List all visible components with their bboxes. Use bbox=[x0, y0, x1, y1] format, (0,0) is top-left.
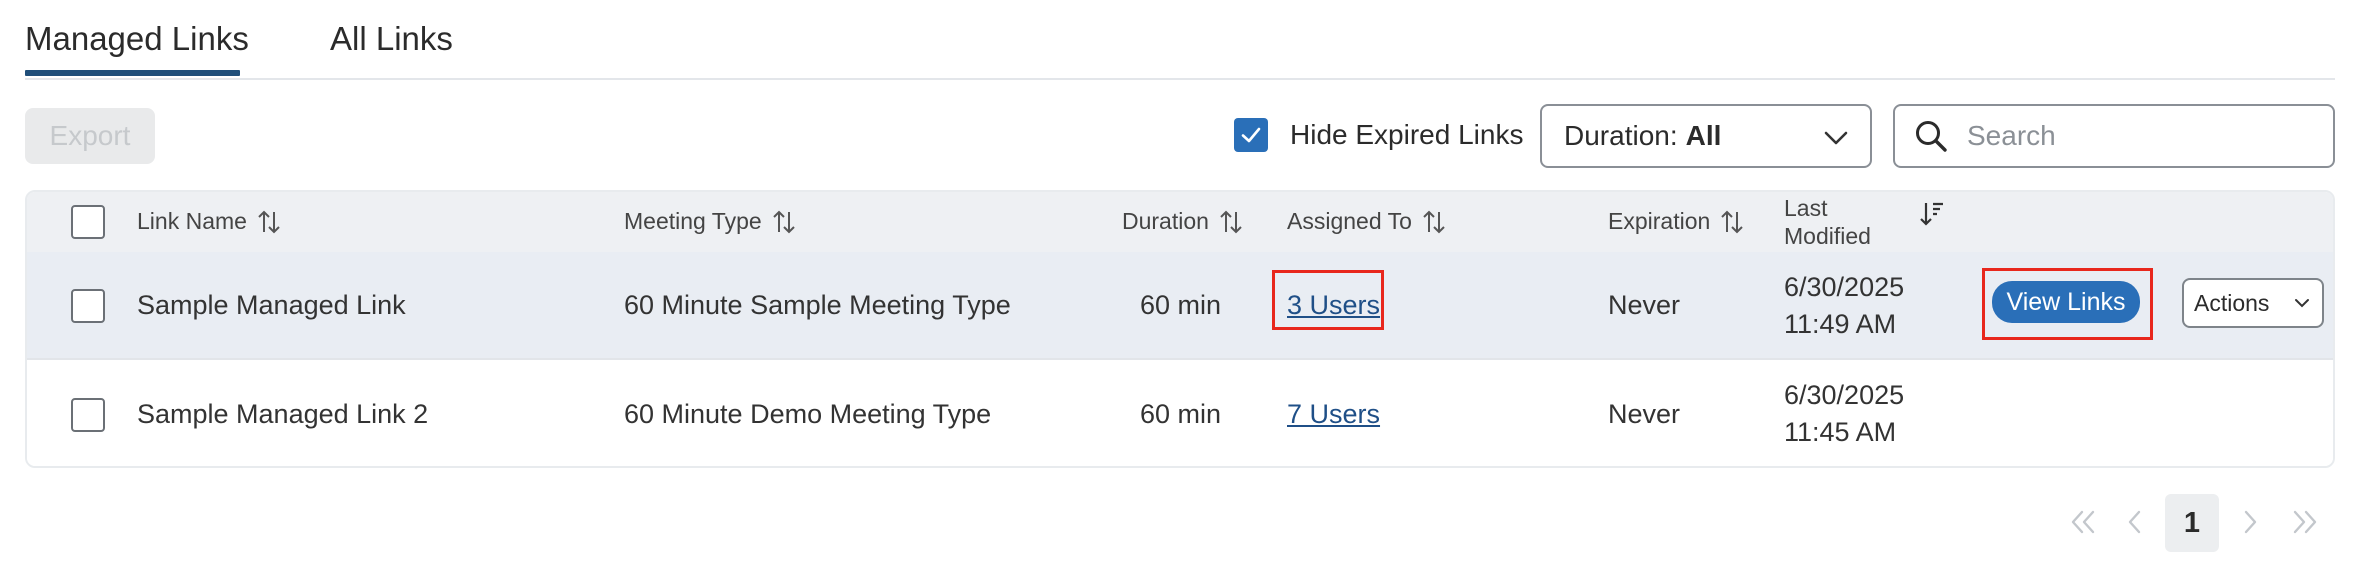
column-header-label: Meeting Type bbox=[624, 208, 762, 234]
column-header-assigned-to[interactable]: Assigned To bbox=[1287, 208, 1446, 235]
modified-time-cell: 11:49 AM bbox=[1784, 309, 1897, 339]
search-input[interactable] bbox=[1967, 120, 2327, 152]
view-links-button[interactable]: View Links bbox=[1992, 281, 2140, 323]
meeting-type-cell: 60 Minute Demo Meeting Type bbox=[624, 399, 992, 429]
duration-cell: 60 min bbox=[1140, 290, 1222, 320]
active-tab-indicator bbox=[25, 70, 240, 76]
table-row[interactable]: Sample Managed Link 2 60 Minute Demo Mee… bbox=[27, 360, 2333, 466]
duration-filter-select[interactable]: Duration: All bbox=[1540, 104, 1872, 168]
link-name-cell: Sample Managed Link 2 bbox=[137, 399, 429, 429]
sort-icon bbox=[1423, 210, 1445, 233]
search-field[interactable] bbox=[1893, 104, 2335, 168]
hide-expired-toggle[interactable]: Hide Expired Links bbox=[1234, 118, 1523, 152]
next-page-icon[interactable] bbox=[2240, 508, 2260, 536]
sort-icon bbox=[258, 210, 280, 233]
column-header-meeting-type[interactable]: Meeting Type bbox=[624, 208, 796, 235]
expiration-cell: Never bbox=[1608, 399, 1681, 429]
column-header-label: Last Modified bbox=[1784, 194, 1871, 250]
sort-icon bbox=[1721, 210, 1743, 233]
column-header-link-name[interactable]: Link Name bbox=[137, 208, 281, 235]
select-all-checkbox[interactable] bbox=[71, 205, 105, 239]
chevron-down-icon bbox=[2295, 299, 2309, 308]
meeting-type-cell: 60 Minute Sample Meeting Type bbox=[624, 290, 1011, 320]
expiration-cell: Never bbox=[1608, 290, 1681, 320]
tab-all-links[interactable]: All Links bbox=[330, 20, 453, 58]
export-button[interactable]: Export bbox=[25, 108, 155, 164]
assigned-users-link[interactable]: 3 Users bbox=[1287, 290, 1380, 321]
modified-time-cell: 11:45 AM bbox=[1784, 417, 1897, 447]
sort-descending-icon bbox=[1920, 202, 1943, 226]
tab-bar: Managed Links All Links bbox=[25, 0, 2335, 80]
column-header-label: Duration bbox=[1122, 208, 1209, 234]
link-name-cell: Sample Managed Link bbox=[137, 290, 406, 320]
column-header-label: Expiration bbox=[1608, 208, 1711, 234]
hide-expired-checkbox[interactable] bbox=[1234, 118, 1268, 152]
links-table: Link Name Meeting Type Duration Assigned… bbox=[25, 190, 2335, 468]
column-header-label: Assigned To bbox=[1287, 208, 1412, 234]
table-row[interactable]: Sample Managed Link 60 Minute Sample Mee… bbox=[27, 252, 2333, 360]
modified-date-cell: 6/30/2025 bbox=[1784, 272, 1905, 302]
last-page-icon[interactable] bbox=[2290, 508, 2320, 536]
row-checkbox[interactable] bbox=[71, 398, 105, 432]
column-header-expiration[interactable]: Expiration bbox=[1608, 208, 1744, 235]
search-icon bbox=[1916, 121, 1947, 152]
actions-label: Actions bbox=[2194, 289, 2270, 316]
column-header-label-line: Modified bbox=[1784, 223, 1871, 249]
checkmark-icon bbox=[1241, 127, 1261, 143]
column-header-last-modified[interactable]: Last Modified bbox=[1784, 194, 1945, 250]
sort-icon bbox=[1220, 210, 1242, 233]
duration-cell: 60 min bbox=[1140, 399, 1222, 429]
column-header-label-line: Last bbox=[1784, 195, 1828, 221]
first-page-icon[interactable] bbox=[2068, 508, 2098, 536]
tab-managed-links[interactable]: Managed Links bbox=[25, 20, 249, 58]
duration-filter-value: All bbox=[1685, 120, 1722, 151]
chevron-down-icon bbox=[1824, 131, 1848, 145]
table-header: Link Name Meeting Type Duration Assigned… bbox=[27, 192, 2333, 252]
column-header-label: Link Name bbox=[137, 208, 247, 234]
column-header-duration[interactable]: Duration bbox=[1122, 208, 1243, 235]
sort-icon bbox=[772, 210, 795, 233]
row-checkbox[interactable] bbox=[71, 289, 105, 323]
actions-dropdown[interactable]: Actions bbox=[2182, 278, 2324, 328]
duration-filter-prefix: Duration: bbox=[1564, 120, 1678, 151]
current-page-button[interactable]: 1 bbox=[2165, 494, 2219, 552]
hide-expired-label: Hide Expired Links bbox=[1290, 119, 1524, 150]
modified-date-cell: 6/30/2025 bbox=[1784, 380, 1905, 410]
assigned-users-link[interactable]: 7 Users bbox=[1287, 399, 1380, 430]
previous-page-icon[interactable] bbox=[2125, 508, 2145, 536]
